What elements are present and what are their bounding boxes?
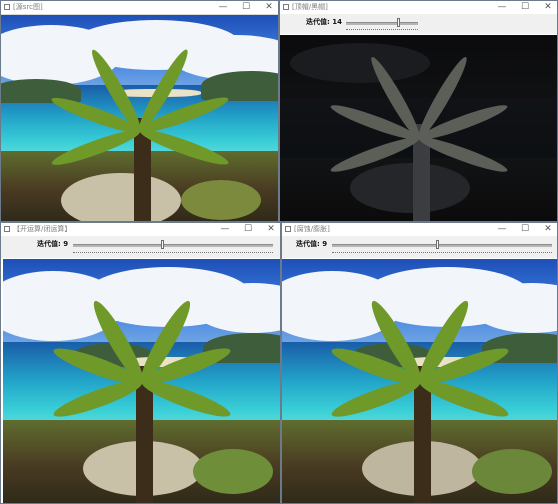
image-src (1, 15, 278, 221)
trackbar: 迭代值: 9 (1, 236, 280, 258)
image-erodedilate (282, 259, 557, 503)
trackbar-thumb[interactable] (397, 18, 400, 27)
titlebar[interactable]: [顶帽/黑帽] — ☐ ✕ (280, 1, 557, 15)
minimize-icon[interactable]: — (497, 1, 507, 14)
close-icon[interactable]: ✕ (266, 223, 276, 236)
minimize-icon[interactable]: — (218, 1, 228, 14)
window-controls: — ☐ ✕ (497, 223, 553, 236)
trackbar-ticks (346, 29, 418, 32)
image-openclose (3, 259, 280, 503)
trackbar: 迭代值: 14 (280, 14, 557, 34)
window-icon (285, 226, 291, 232)
trackbar-track[interactable] (346, 22, 418, 25)
maximize-icon[interactable]: ☐ (241, 1, 251, 14)
titlebar[interactable]: [腐蚀/膨胀] — ☐ ✕ (282, 223, 557, 237)
window-icon (4, 4, 10, 10)
maximize-icon[interactable]: ☐ (243, 223, 253, 236)
close-icon[interactable]: ✕ (264, 1, 274, 14)
window-tophat: [顶帽/黑帽] — ☐ ✕ 迭代值: 14 (279, 0, 558, 222)
window-title: [顶帽/黑帽] (292, 3, 328, 11)
titlebar[interactable]: 【开运算/闭运算】 — ☐ ✕ (1, 223, 280, 237)
window-openclose: 【开运算/闭运算】 — ☐ ✕ 迭代值: 9 (0, 222, 281, 504)
trackbar: 迭代值: 9 (282, 236, 557, 258)
maximize-icon[interactable]: ☐ (520, 1, 530, 14)
window-src: [源src图] — ☐ ✕ (0, 0, 279, 222)
trackbar-label: 迭代值: 9 (296, 240, 328, 248)
window-icon (283, 4, 289, 10)
titlebar[interactable]: [源src图] — ☐ ✕ (1, 1, 278, 15)
window-controls: — ☐ ✕ (497, 1, 553, 14)
window-icon (4, 226, 10, 232)
window-erodedilate: [腐蚀/膨胀] — ☐ ✕ 迭代值: 9 (281, 222, 558, 504)
trackbar-thumb[interactable] (436, 240, 439, 249)
window-controls: — ☐ ✕ (218, 1, 274, 14)
trackbar-ticks (73, 252, 273, 255)
minimize-icon[interactable]: — (220, 223, 230, 236)
window-title: 【开运算/闭运算】 (13, 225, 72, 233)
trackbar-track[interactable] (332, 244, 552, 247)
trackbar-ticks (332, 252, 552, 255)
window-controls: — ☐ ✕ (220, 223, 276, 236)
close-icon[interactable]: ✕ (543, 223, 553, 236)
trackbar-label: 迭代值: 14 (306, 18, 342, 26)
close-icon[interactable]: ✕ (543, 1, 553, 14)
minimize-icon[interactable]: — (497, 223, 507, 236)
trackbar-track[interactable] (73, 244, 273, 247)
window-title: [腐蚀/膨胀] (294, 225, 330, 233)
trackbar-label: 迭代值: 9 (37, 240, 69, 248)
maximize-icon[interactable]: ☐ (520, 223, 530, 236)
trackbar-thumb[interactable] (161, 240, 164, 249)
image-tophat (280, 35, 557, 221)
window-title: [源src图] (13, 3, 43, 11)
